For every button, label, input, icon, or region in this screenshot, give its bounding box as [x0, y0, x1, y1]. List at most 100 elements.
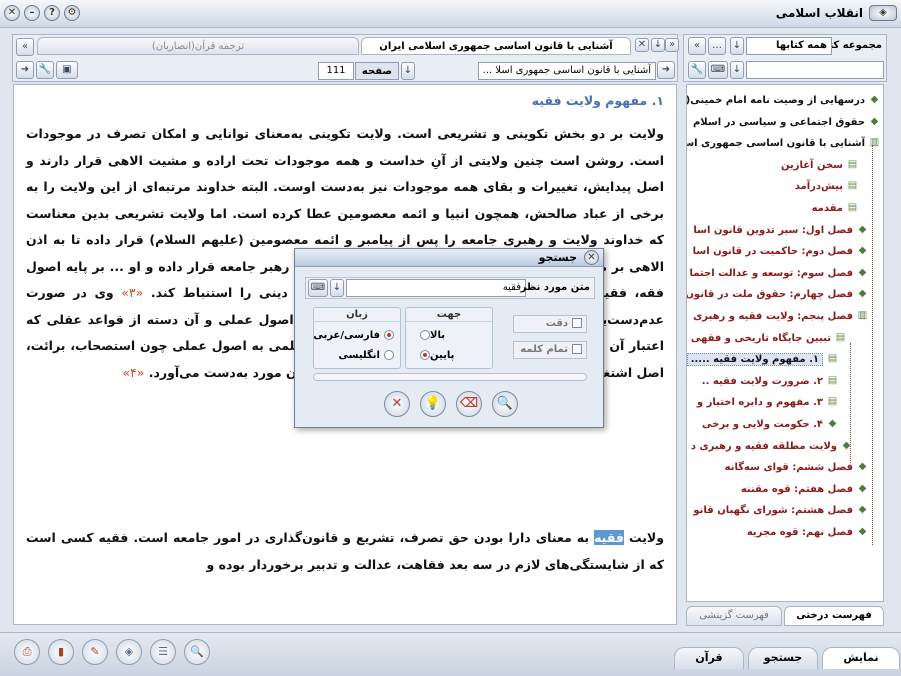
tab-tree-index[interactable]: فهرست درختی: [784, 606, 884, 626]
section-heading: ۱. مفهوم ولایت فقیه: [531, 93, 664, 108]
radio-icon[interactable]: [384, 330, 394, 340]
tools-icon[interactable]: 🔧: [688, 61, 706, 79]
layout-icon[interactable]: ▣: [56, 61, 78, 79]
close-window-icon[interactable]: ✕: [4, 5, 20, 21]
next-arrow-icon[interactable]: ➜: [16, 61, 34, 79]
scroll-right-icon[interactable]: »: [665, 38, 679, 52]
scroll-left-icon[interactable]: «: [688, 37, 706, 55]
tree-node-label: ۲. ضرورت ولایت فقیه ..: [701, 375, 823, 387]
tab-quran[interactable]: قرآن: [674, 647, 744, 669]
book-icon: ◆: [858, 482, 867, 494]
tab-search[interactable]: جستجو: [748, 647, 818, 669]
document-toolbar: « ترجمه قرآن(انصاریان) آشنایی با قانون ا…: [12, 34, 679, 82]
clear-icon[interactable]: ⌫: [456, 391, 482, 417]
lang-fa-radio[interactable]: فارسی/عربی: [313, 328, 394, 344]
tree-node[interactable]: ▤ سخن آغازین: [781, 156, 859, 176]
tree-node[interactable]: ◆ درسهایی از وصیت نامه امام خمینی(: [686, 91, 881, 111]
checkbox-icon[interactable]: [572, 344, 582, 354]
search-row: ⌨ ↓ فقیه متن مورد نظر: [305, 277, 595, 299]
print-icon[interactable]: ⎙: [14, 639, 40, 665]
tree-node[interactable]: ◆ فصل هشتم: شورای نگهبان قانو: [693, 501, 869, 521]
tree-node[interactable]: ▤ تبیین جایگاه تاریخی و فقهی: [691, 329, 847, 349]
footnote-ref[interactable]: «۳»: [121, 285, 143, 300]
tree-node-label: فصل نهم: قوه مجریه: [746, 527, 853, 538]
lang-en-radio[interactable]: انگلیسی: [314, 348, 394, 364]
dialog-header: جستجو ✕: [295, 249, 603, 267]
checkbox-icon[interactable]: [572, 318, 582, 328]
tab-selective-index[interactable]: فهرست گزینشی: [686, 606, 782, 626]
radio-icon[interactable]: [384, 350, 394, 360]
keyboard-icon[interactable]: ⌨: [708, 61, 728, 79]
tree-node[interactable]: ◆ فصل نهم: قوه مجریه: [747, 523, 869, 543]
tree-node[interactable]: ▤ ۱. مفهوم ولایت فقیه .....: [687, 350, 839, 370]
search-input[interactable]: فقیه: [346, 279, 526, 297]
edit-note-icon[interactable]: ✎: [82, 639, 108, 665]
more-options-icon[interactable]: …: [708, 37, 726, 55]
tree-node[interactable]: ▥ آشنایی با قانون اساسی جمهوری اس: [687, 134, 881, 154]
path-field[interactable]: آشنایی با قانون اساسی جمهوری اسلا ...: [478, 62, 656, 80]
tree-filter-input[interactable]: [746, 61, 884, 79]
page-dropdown-icon[interactable]: ↓: [401, 62, 415, 80]
direction-title: جهت: [406, 308, 492, 322]
book-icon[interactable]: ▮: [48, 639, 74, 665]
bulb-icon[interactable]: 💡: [420, 391, 446, 417]
close-dialog-icon[interactable]: ✕: [584, 250, 599, 265]
navigate-icon[interactable]: ◈: [116, 639, 142, 665]
zoom-icon[interactable]: 🔍: [184, 639, 210, 665]
keyboard-icon[interactable]: ⌨: [308, 279, 328, 297]
tree-node-label: ۳. مفهوم و دایره اختیار و: [696, 397, 823, 409]
tree-node-label: درسهایی از وصیت نامه امام خمینی(: [686, 95, 865, 106]
collection-select[interactable]: همه کتابها: [746, 37, 832, 55]
tree-node[interactable]: ◆ ۴. حکومت ولایی و برخی: [702, 415, 839, 435]
search-icon[interactable]: 🔍: [492, 391, 518, 417]
tab-list-icon[interactable]: ↓: [651, 38, 665, 52]
tree-node[interactable]: ▤ مقدمه: [812, 199, 859, 219]
tab-active-book[interactable]: آشنایی با قانون اساسی جمهوری اسلامی ایرا…: [361, 37, 631, 55]
cancel-search-icon[interactable]: ✕: [384, 391, 410, 417]
minimize-window-icon[interactable]: –: [24, 5, 40, 21]
split-view-icon[interactable]: ☰: [150, 639, 176, 665]
page-icon: ▤: [827, 374, 838, 386]
search-highlight[interactable]: فقیه: [594, 530, 624, 545]
settings-icon[interactable]: ⚙: [64, 5, 80, 21]
whole-word-checkbox[interactable]: تمام کلمه: [513, 341, 587, 359]
book-tree[interactable]: ◆ درسهایی از وصیت نامه امام خمینی(◆ حقوق ا…: [686, 84, 884, 602]
tree-node[interactable]: ◆ فصل سوم: توسعه و عدالت اجتما: [689, 264, 869, 284]
tab-display[interactable]: نمایش: [822, 647, 900, 669]
dir-up-radio[interactable]: بالا: [406, 328, 482, 344]
tree-node[interactable]: ▤ پیش‌درآمد: [795, 177, 859, 197]
history-dropdown-icon[interactable]: ↓: [330, 279, 344, 297]
tree-node[interactable]: ◆ فصل ششم: قوای سه‌گانه: [725, 458, 869, 478]
tab-quran-translation[interactable]: ترجمه قرآن(انصاریان): [37, 37, 359, 55]
tree-node[interactable]: ◆ فصل هفتم: قوه مقننه: [741, 480, 869, 500]
tree-node[interactable]: ◆ ولایت مطلقه فقیه و رهبری د: [691, 437, 853, 457]
close-tab-icon[interactable]: ✕: [635, 38, 649, 52]
back-arrow-icon[interactable]: ➜: [657, 61, 675, 79]
radio-icon[interactable]: [420, 330, 430, 340]
paragraph-text: به معنای دارا بودن حق تصرف، تشریع و قانو…: [26, 530, 664, 572]
filter-dropdown-icon[interactable]: ↓: [730, 61, 744, 79]
tree-node-label: سخن آغازین: [780, 159, 843, 171]
tree-node[interactable]: ◆ فصل چهارم: حقوق ملت در قانون: [687, 285, 869, 305]
tree-node-label: تبیین جایگاه تاریخی و فقهی: [690, 332, 831, 344]
tree-node[interactable]: ▥ فصل پنجم: ولایت فقیه و رهبری: [693, 307, 869, 327]
dir-down-radio[interactable]: پایین: [406, 348, 482, 364]
tree-node-label: فصل سوم: توسعه و عدالت اجتما: [689, 267, 853, 279]
tree-node[interactable]: ◆ فصل اول: سیر تدوین قانون اسا: [693, 221, 869, 241]
tree-node[interactable]: ◆ فصل دوم: حاکمیت در قانون اسا: [693, 242, 869, 262]
exact-checkbox[interactable]: دقت: [513, 315, 587, 333]
tree-node-label: فصل دوم: حاکمیت در قانون اسا: [692, 246, 853, 258]
tree-node[interactable]: ▤ ۳. مفهوم و دایره اختیار و: [697, 393, 839, 413]
tools-icon[interactable]: 🔧: [36, 61, 54, 79]
radio-icon[interactable]: [420, 350, 430, 360]
scroll-left-icon[interactable]: «: [16, 38, 34, 56]
page-number-input[interactable]: 111: [318, 62, 354, 80]
tree-node[interactable]: ◆ حقوق اجتماعی و سیاسی در اسلام: [693, 113, 881, 133]
book-icon: ◆: [858, 223, 867, 235]
tree-node[interactable]: ▤ ۲. ضرورت ولایت فقیه ..: [702, 372, 839, 392]
footnote-ref[interactable]: «۴»: [122, 365, 144, 380]
help-icon[interactable]: ?: [44, 5, 60, 21]
book-icon: ◆: [858, 266, 867, 278]
book-icon: ◆: [858, 245, 867, 257]
collection-dropdown-icon[interactable]: ↓: [730, 37, 744, 55]
